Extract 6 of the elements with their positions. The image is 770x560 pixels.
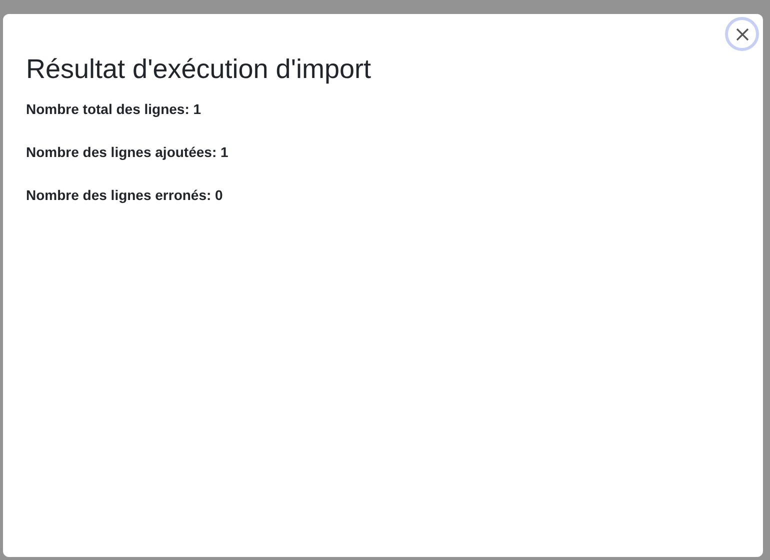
close-icon [736, 28, 748, 40]
result-line: Nombre des lignes ajoutées: 1 [26, 144, 230, 161]
dialog-title: Résultat d'exécution d'import [26, 53, 372, 86]
result-line: Nombre total des lignes: 1 [26, 101, 202, 118]
close-button[interactable] [725, 17, 759, 51]
result-line: Nombre des lignes erronés: 0 [26, 187, 224, 204]
